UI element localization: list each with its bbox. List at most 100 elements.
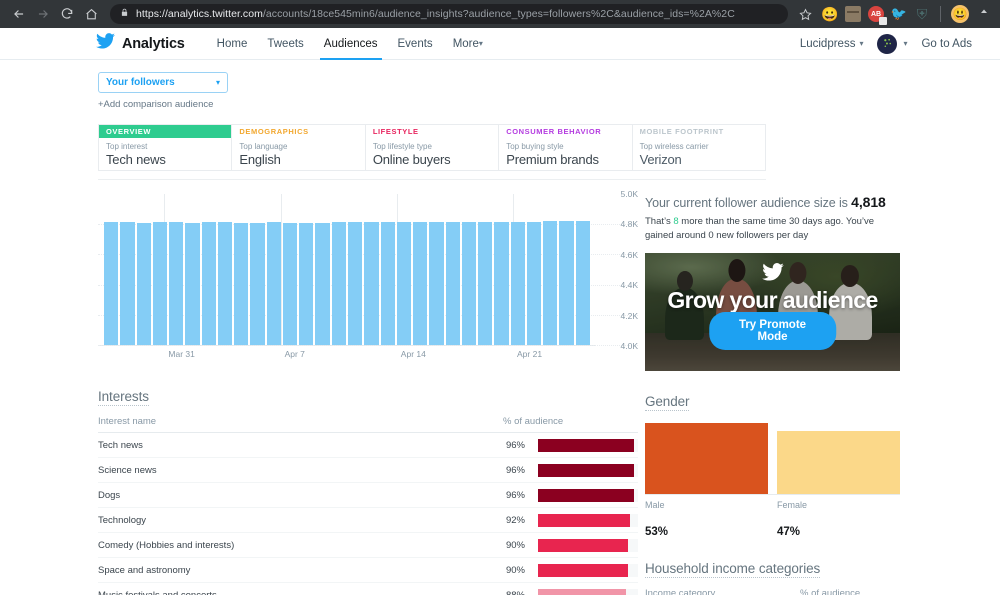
card-subtitle: Top buying style — [506, 142, 624, 151]
gender-bar[interactable] — [645, 423, 768, 494]
address-bar[interactable]: https://analytics.twitter.com/accounts/1… — [110, 4, 788, 24]
chart-bar[interactable] — [234, 223, 248, 345]
chart-bar[interactable] — [283, 223, 297, 345]
interest-bar — [538, 439, 634, 452]
chart-bar[interactable] — [478, 222, 492, 345]
table-row[interactable]: Technology92% — [98, 508, 638, 533]
card-lifestyle[interactable]: LIFESTYLE Top lifestyle type Online buye… — [365, 124, 498, 171]
chart-bar[interactable] — [250, 223, 264, 345]
chart-x-tick: Apr 7 — [281, 349, 305, 359]
income-table-header: Income category % of audience — [645, 588, 900, 595]
bird-extension-icon[interactable]: 🐦 — [891, 6, 907, 22]
go-to-ads-link[interactable]: Go to Ads — [921, 38, 972, 50]
chart-bar[interactable] — [153, 222, 167, 345]
try-promote-mode-button[interactable]: Try Promote Mode — [709, 312, 837, 350]
card-body: Top wireless carrier Verizon — [633, 138, 765, 167]
chart-bar[interactable] — [413, 222, 427, 345]
gender-bar[interactable] — [777, 431, 900, 494]
interest-bar — [538, 564, 628, 577]
chart-bar[interactable] — [446, 222, 460, 345]
chart-bar[interactable] — [576, 221, 590, 345]
card-value: English — [239, 152, 357, 167]
reload-icon[interactable] — [56, 3, 78, 25]
chart-bar[interactable] — [543, 221, 557, 345]
emoji-extension-icon[interactable]: 😀 — [822, 6, 838, 22]
column-header-income-category: Income category — [645, 588, 800, 595]
box-extension-icon[interactable] — [845, 6, 861, 22]
nav-link-audiences[interactable]: Audiences — [314, 28, 388, 59]
card-subtitle: Top wireless carrier — [640, 142, 758, 151]
chart-bar[interactable] — [527, 222, 541, 345]
card-mobile-footprint[interactable]: MOBILE FOOTPRINT Top wireless carrier Ve… — [632, 124, 766, 171]
chart-bar[interactable] — [332, 222, 346, 345]
add-comparison-audience-link[interactable]: +Add comparison audience — [98, 99, 1000, 110]
card-demographics[interactable]: DEMOGRAPHICS Top language English — [231, 124, 364, 171]
gender-category-label: Male — [645, 500, 768, 510]
chart-bar[interactable] — [104, 222, 118, 345]
audience-select-value: Your followers — [106, 77, 175, 88]
table-row[interactable]: Comedy (Hobbies and interests)90% — [98, 533, 638, 558]
chart-bar[interactable] — [120, 222, 134, 345]
interest-percent: 96% — [493, 490, 525, 501]
card-overview[interactable]: OVERVIEW Top interest Tech news — [98, 124, 231, 171]
table-row[interactable]: Music festivals and concerts88% — [98, 583, 638, 595]
brand[interactable]: Analytics — [96, 33, 185, 54]
forward-arrow-icon[interactable] — [32, 3, 54, 25]
chevron-down-icon: ▾ — [479, 39, 483, 48]
subtext-rest: more than the same time 30 days ago. You… — [645, 216, 874, 241]
chart-bar[interactable] — [169, 222, 183, 345]
right-column: Your current follower audience size is 4… — [645, 194, 900, 595]
chart-bar[interactable] — [299, 223, 313, 345]
card-value: Tech news — [106, 152, 224, 167]
table-row[interactable]: Tech news96% — [98, 433, 638, 458]
nav-link-tweets[interactable]: Tweets — [257, 28, 313, 59]
nav-link-events[interactable]: Events — [388, 28, 443, 59]
chart-bar[interactable] — [348, 222, 362, 345]
interest-bar — [538, 539, 628, 552]
interest-bar-track — [538, 589, 638, 595]
chart-bar[interactable] — [364, 222, 378, 345]
interest-bar-track — [538, 539, 638, 552]
card-stripe: MOBILE FOOTPRINT — [633, 125, 765, 138]
back-arrow-icon[interactable] — [8, 3, 30, 25]
chrome-menu-icon[interactable] — [976, 8, 992, 20]
chart-bar[interactable] — [202, 222, 216, 345]
card-category-label: MOBILE FOOTPRINT — [640, 127, 724, 136]
adblock-extension-icon[interactable]: AB — [868, 6, 884, 22]
bookmark-star-icon[interactable] — [794, 3, 816, 25]
chart-bar[interactable] — [381, 222, 395, 345]
table-row[interactable]: Science news96% — [98, 458, 638, 483]
chart-bar[interactable] — [462, 222, 476, 345]
nav-link-home[interactable]: Home — [207, 28, 258, 59]
table-row[interactable]: Dogs96% — [98, 483, 638, 508]
chart-bar[interactable] — [185, 223, 199, 345]
nav-link-more-label: More — [453, 38, 479, 50]
nav-link-more[interactable]: More ▾ — [443, 28, 493, 59]
chart-bar[interactable] — [397, 222, 411, 345]
chart-bar[interactable] — [315, 223, 329, 345]
chart-bar[interactable] — [494, 222, 508, 345]
table-row[interactable]: Space and astronomy90% — [98, 558, 638, 583]
promote-mode-card[interactable]: Grow your audience Try Promote Mode — [645, 253, 900, 371]
chart-bar[interactable] — [218, 222, 232, 345]
profile-menu[interactable]: ▾ — [877, 34, 907, 54]
home-icon[interactable] — [80, 3, 102, 25]
chart-bar[interactable] — [429, 222, 443, 345]
chrome-profile-avatar[interactable]: 😃 — [951, 5, 969, 23]
chart-bar[interactable] — [511, 222, 525, 345]
chart-bar[interactable] — [559, 221, 573, 345]
shield-extension-icon[interactable]: ⛨ — [914, 6, 930, 22]
gender-section: Gender MaleFemale 53%47% — [645, 393, 900, 538]
nav-links: Home Tweets Audiences Events More ▾ — [207, 28, 493, 59]
card-category-label: DEMOGRAPHICS — [239, 127, 308, 136]
chart-bar[interactable] — [267, 222, 281, 345]
url-text: https://analytics.twitter.com/accounts/1… — [136, 8, 735, 20]
card-consumer-behavior[interactable]: CONSUMER BEHAVIOR Top buying style Premi… — [498, 124, 631, 171]
card-category-label: LIFESTYLE — [373, 127, 419, 136]
card-body: Top language English — [232, 138, 364, 167]
chart-bar[interactable] — [137, 223, 151, 345]
interests-table: Interest name % of audience Tech news96%… — [98, 416, 638, 595]
account-switcher[interactable]: Lucidpress ▾ — [800, 38, 864, 50]
account-name: Lucidpress — [800, 38, 856, 50]
audience-select[interactable]: Your followers ▾ — [98, 72, 228, 93]
